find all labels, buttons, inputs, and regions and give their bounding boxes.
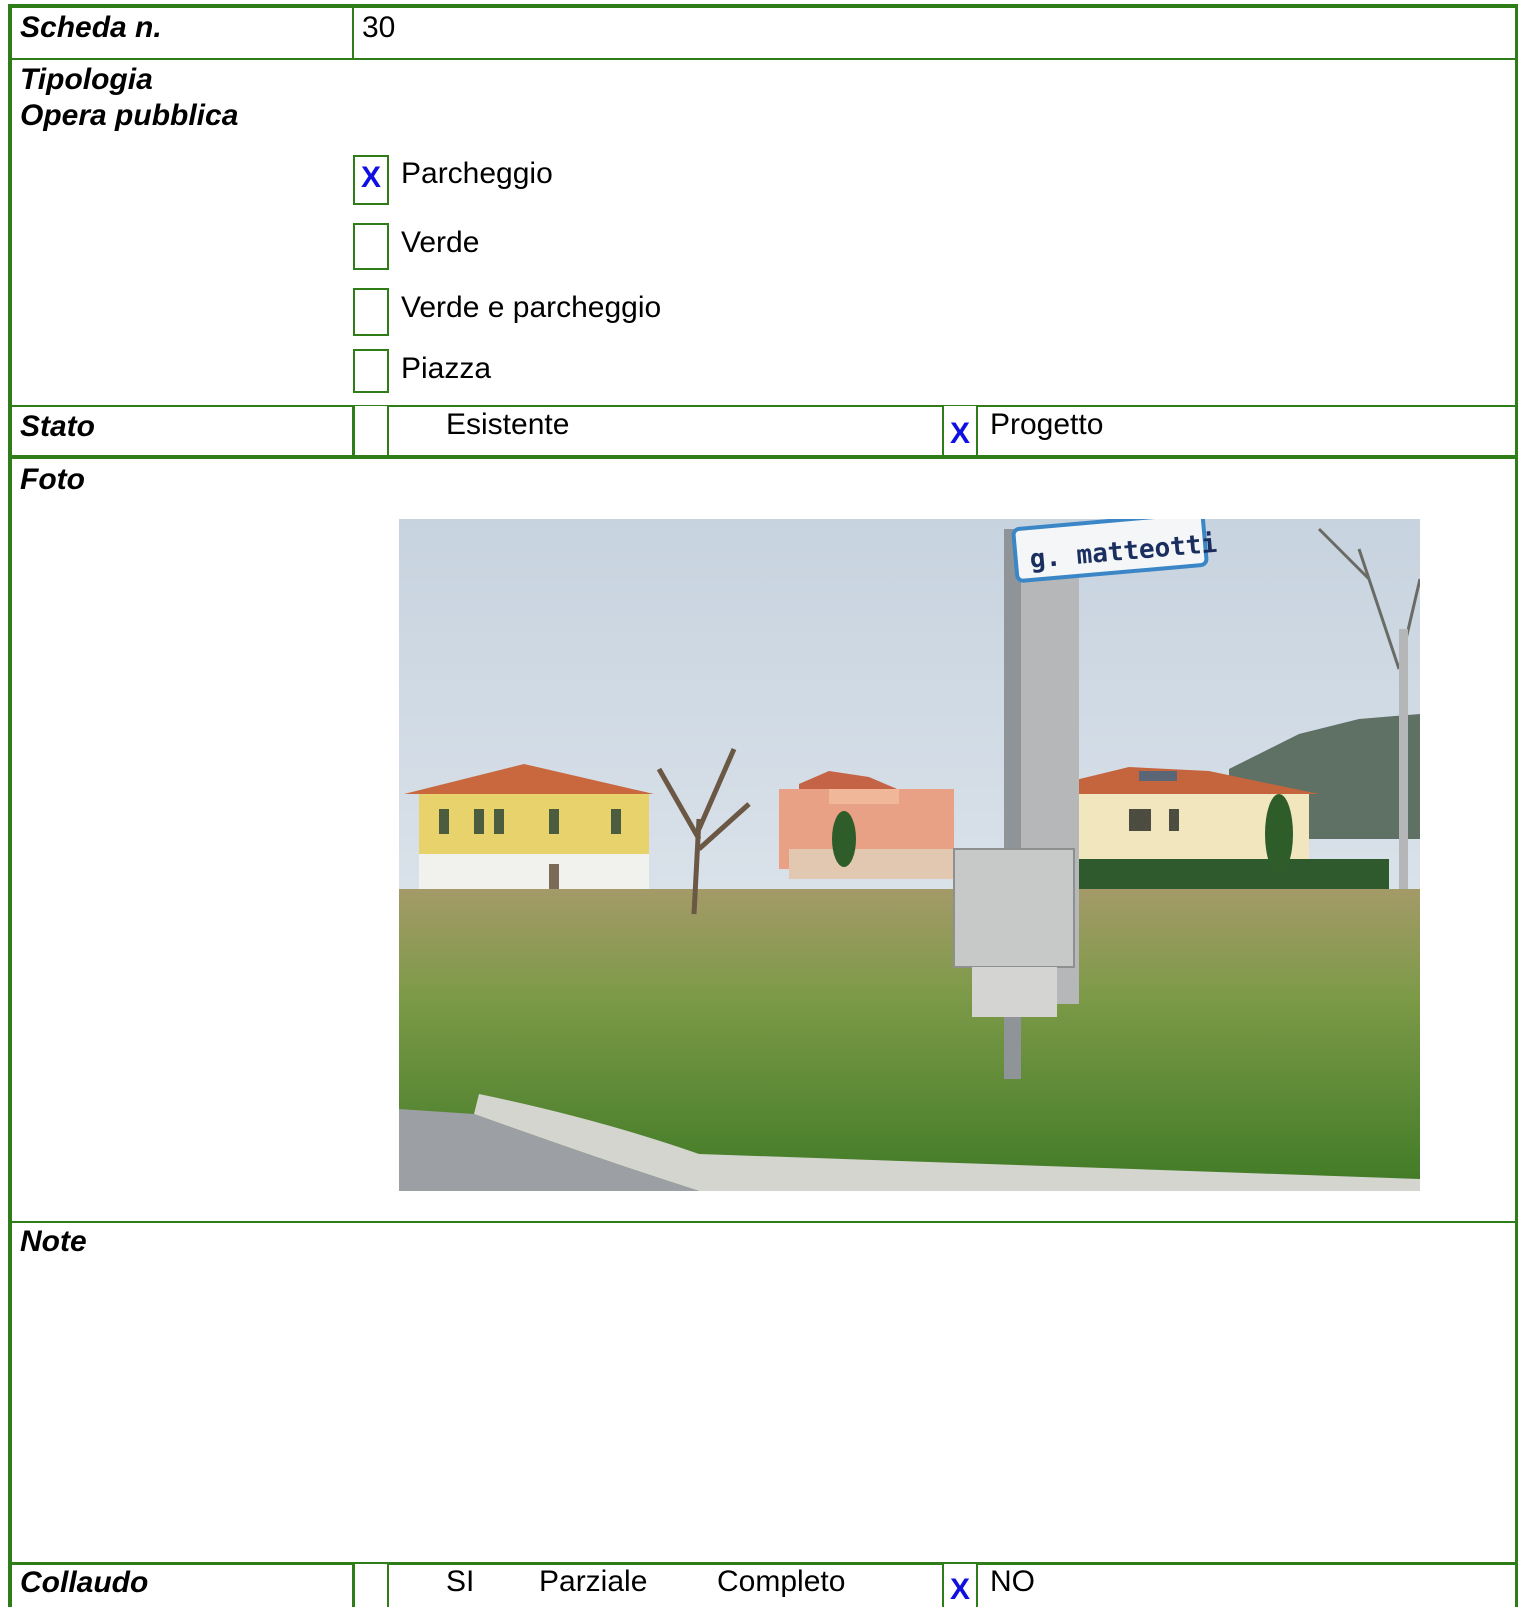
checkbox-mark: X — [949, 1573, 970, 1606]
collaudo-completo-label: Completo — [717, 1565, 846, 1598]
checkbox-verde-e-parcheggio[interactable] — [353, 288, 389, 336]
frame-left-border — [8, 4, 12, 1607]
esistente-label: Esistente — [446, 408, 570, 441]
cypress-tree — [1265, 794, 1293, 874]
lamp-post — [1399, 629, 1408, 889]
frame-right-border — [1515, 4, 1518, 1607]
foto-label: Foto — [20, 463, 85, 496]
checkbox-mark: X — [949, 417, 970, 450]
checkbox-parcheggio[interactable]: X — [353, 155, 389, 205]
collaudo-no-label: NO — [990, 1565, 1035, 1598]
frame-top-border — [8, 4, 1518, 8]
checkbox-verde[interactable] — [353, 223, 389, 270]
checkbox-piazza[interactable] — [353, 349, 389, 393]
stato-row-bottom-border — [12, 455, 1515, 459]
opera-pubblica-label: Opera pubblica — [20, 99, 239, 132]
checkbox-collaudo-si[interactable] — [353, 1564, 389, 1607]
scheda-number: 30 — [362, 11, 396, 44]
checkbox-esistente[interactable] — [353, 406, 389, 456]
option-piazza-label: Piazza — [401, 352, 492, 385]
progetto-label: Progetto — [990, 408, 1104, 441]
scheda-label: Scheda n. — [20, 11, 162, 44]
checkbox-collaudo-no[interactable]: X — [942, 1564, 978, 1607]
electrical-box — [953, 848, 1075, 968]
option-verde-e-parcheggio-label: Verde e parcheggio — [401, 291, 662, 324]
cypress-tree — [832, 811, 856, 867]
scheda-row-separator — [352, 8, 354, 58]
stato-row-top-border — [12, 405, 1515, 407]
note-label: Note — [20, 1225, 87, 1258]
electrical-box-base — [972, 967, 1057, 1017]
note-row-top-border — [12, 1221, 1515, 1223]
checkbox-progetto[interactable]: X — [942, 406, 978, 456]
site-photo: g. matteotti — [399, 519, 1420, 1191]
scheda-row-divider — [12, 58, 1515, 60]
collaudo-parziale-label: Parziale — [539, 1565, 648, 1598]
tipologia-label: Tipologia — [20, 63, 153, 96]
collaudo-label: Collaudo — [20, 1566, 149, 1599]
checkbox-mark: X — [360, 161, 381, 194]
option-verde-label: Verde — [401, 226, 480, 259]
collaudo-si-label: SI — [446, 1565, 475, 1598]
option-parcheggio-label: Parcheggio — [401, 157, 553, 190]
stato-label: Stato — [20, 410, 95, 443]
